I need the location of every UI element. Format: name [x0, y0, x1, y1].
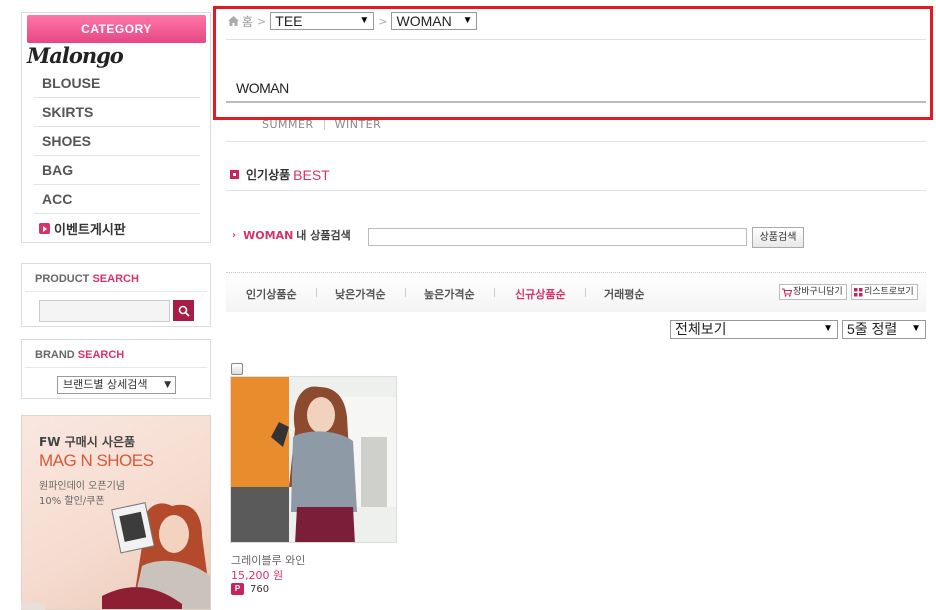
best-highlight: BEST: [293, 166, 330, 183]
layout-select[interactable]: 5줄 정렬 ▼: [842, 320, 926, 339]
sort-low-price[interactable]: 낮은가격순: [335, 286, 386, 302]
brand-search-panel: BRAND SEARCH 브랜드별 상세검색 ▼: [21, 339, 211, 399]
divider: [316, 288, 317, 297]
divider: [226, 141, 926, 142]
product-checkbox[interactable]: [231, 363, 243, 375]
category-item-blouse[interactable]: BLOUSE: [34, 69, 200, 98]
divider: [405, 288, 406, 297]
search-icon: [178, 305, 190, 317]
play-icon: [39, 223, 50, 234]
brand-search-title-b: SEARCH: [77, 349, 125, 361]
list-view-label: 리스트로보기: [864, 287, 914, 297]
brand-select[interactable]: 브랜드별 상세검색 ▼: [57, 376, 176, 394]
divider: [585, 288, 586, 297]
event-board-link[interactable]: 이벤트게시판: [34, 214, 200, 243]
product-image: [231, 377, 396, 542]
category-search-label: › WOMAN 내 상품검색: [232, 227, 351, 243]
banner-tab[interactable]: [21, 603, 45, 610]
points-value: 760: [250, 583, 270, 595]
breadcrumb-subcategory-select[interactable]: WOMAN ▼: [391, 12, 478, 30]
category-panel: CATEGORY Malongo BLOUSE SKIRTS SHOES BAG…: [21, 12, 211, 243]
dropdown-arrow-icon: ▼: [164, 380, 171, 390]
list-view-button[interactable]: 리스트로보기: [851, 284, 918, 300]
breadcrumb-select2-value: WOMAN: [396, 13, 452, 29]
search-category-name: WOMAN: [243, 228, 294, 242]
divider: [226, 190, 926, 191]
view-filter-value: 전체보기: [675, 321, 727, 337]
category-search-button[interactable]: 상품검색: [752, 227, 804, 248]
subcategory-summer[interactable]: SUMMER: [262, 118, 314, 131]
product-thumbnail[interactable]: [230, 376, 397, 543]
product-search-title-b: SEARCH: [92, 273, 139, 285]
breadcrumb-home[interactable]: 홈: [242, 13, 253, 30]
product-name[interactable]: 그레이블루 와인: [231, 552, 305, 568]
best-section-title: 인기상품 BEST: [230, 166, 330, 183]
page-title: WOMAN: [236, 80, 289, 96]
banner-line-2: MAG N SHOES: [39, 451, 154, 470]
search-label: 내 상품검색: [296, 229, 351, 242]
grid-icon: [854, 287, 863, 296]
category-item-skirts[interactable]: SKIRTS: [34, 98, 200, 127]
brand-search-title-a: BRAND: [35, 349, 75, 361]
dropdown-arrow-icon: ▼: [911, 323, 921, 334]
category-item-bag[interactable]: BAG: [34, 156, 200, 185]
sort-popular[interactable]: 인기상품순: [246, 286, 297, 302]
chevron-right-icon: ›: [232, 229, 237, 241]
dropdown-arrow-icon: ▼: [462, 15, 473, 26]
sort-newest[interactable]: 신규상품순: [515, 286, 566, 302]
divider: [494, 288, 495, 297]
category-item-acc[interactable]: ACC: [34, 185, 200, 214]
breadcrumb: 홈 > TEE ▼ > WOMAN ▼: [228, 12, 478, 30]
chevron-right-icon: >: [378, 14, 388, 28]
category-list: BLOUSE SKIRTS SHOES BAG ACC 이벤트게시판: [34, 69, 200, 243]
add-to-cart-button[interactable]: 장바구니담기: [779, 284, 847, 300]
event-board-label: 이벤트게시판: [54, 223, 126, 238]
divider: [226, 39, 926, 40]
best-label: 인기상품: [246, 168, 291, 182]
sort-reviews[interactable]: 거래평순: [604, 286, 644, 302]
category-search-input[interactable]: [368, 228, 747, 246]
breadcrumb-category-select[interactable]: TEE ▼: [270, 12, 375, 30]
category-item-shoes[interactable]: SHOES: [34, 127, 200, 156]
layout-select-value: 5줄 정렬: [847, 321, 898, 337]
promo-banner[interactable]: FW 구매시 사은품 MAG N SHOES 원파인데이 오픈기념 10% 할인…: [21, 415, 211, 610]
bullet-icon: [230, 170, 239, 179]
banner-line-4: 10% 할인/쿠폰: [39, 496, 105, 507]
brand-logo[interactable]: Malongo: [27, 43, 124, 68]
sort-high-price[interactable]: 높은가격순: [424, 286, 475, 302]
sort-bar: 인기상품순 낮은가격순 높은가격순 신규상품순 거래평순 장바구니담기 리스트로…: [226, 272, 926, 312]
product-search-title: PRODUCT SEARCH: [25, 264, 207, 292]
breadcrumb-select1-value: TEE: [275, 13, 303, 29]
product-price: 15,200 원: [231, 569, 284, 582]
subcategory-nav: SUMMER WINTER: [262, 118, 381, 131]
product-search-button[interactable]: [173, 300, 194, 321]
brand-select-value: 브랜드별 상세검색: [63, 378, 148, 391]
dropdown-arrow-icon: ▼: [823, 323, 833, 334]
product-points: P 760: [231, 583, 269, 595]
cart-icon: [782, 287, 792, 297]
product-search-title-a: PRODUCT: [35, 273, 90, 285]
divider: [323, 119, 325, 130]
add-to-cart-label: 장바구니담기: [793, 287, 843, 297]
banner-model-image: [102, 502, 210, 609]
chevron-right-icon: >: [257, 14, 267, 28]
home-icon: [228, 16, 239, 26]
subcategory-winter[interactable]: WINTER: [335, 118, 382, 131]
category-header: CATEGORY: [27, 15, 206, 43]
view-filter-select[interactable]: 전체보기 ▼: [670, 320, 838, 339]
brand-search-title: BRAND SEARCH: [25, 340, 207, 368]
product-search-panel: PRODUCT SEARCH: [21, 263, 211, 327]
product-search-input[interactable]: [39, 300, 170, 322]
points-badge: P: [231, 583, 244, 595]
banner-line-1: FW 구매시 사은품: [39, 435, 136, 449]
dropdown-arrow-icon: ▼: [359, 15, 370, 26]
title-underline: [226, 101, 926, 103]
